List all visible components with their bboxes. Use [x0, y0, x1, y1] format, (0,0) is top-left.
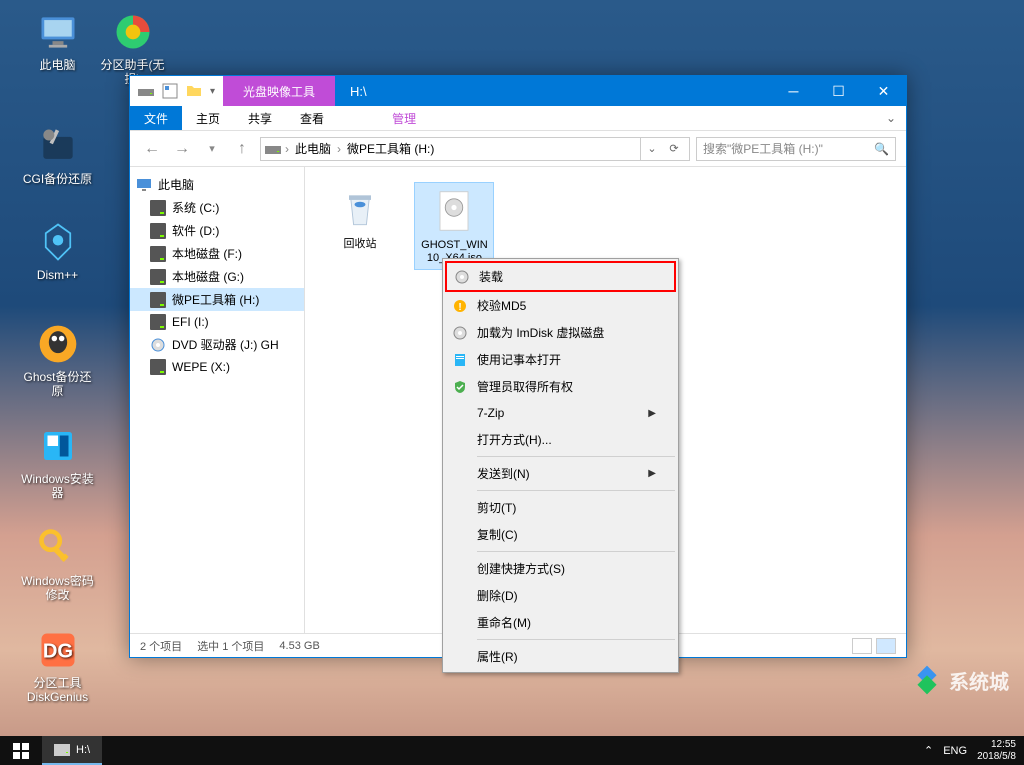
svg-text:!: !	[458, 302, 461, 313]
menu-rename[interactable]: 重命名(M)	[445, 609, 676, 636]
nav-dvd-drive[interactable]: DVD 驱动器 (J:) GH	[130, 333, 304, 356]
desktop-icon-cgi[interactable]: CGI备份还原	[20, 122, 95, 186]
menu-imdisk[interactable]: 加载为 ImDisk 虚拟磁盘	[445, 319, 676, 346]
chevron-right-icon: ▶	[648, 408, 656, 419]
menu-cut[interactable]: 剪切(T)	[445, 494, 676, 521]
file-recycle-bin[interactable]: 回收站	[320, 182, 400, 255]
start-button[interactable]	[0, 736, 42, 765]
file-iso[interactable]: GHOST_WIN10_X64.iso	[414, 182, 494, 270]
search-icon: 🔍	[874, 142, 889, 156]
tab-view[interactable]: 查看	[286, 106, 338, 130]
nav-drive-f[interactable]: 本地磁盘 (F:)	[130, 242, 304, 265]
menu-sendto[interactable]: 发送到(N) ▶	[445, 460, 676, 487]
warn-icon: !	[451, 298, 469, 314]
desktop-icon-dism[interactable]: Dism++	[20, 218, 95, 282]
status-selected: 选中 1 个项目	[197, 638, 264, 654]
context-menu: 装载 ! 校验MD5 加载为 ImDisk 虚拟磁盘 使用记事本打开 管理员取得…	[442, 258, 679, 673]
desktop-icon-wininst[interactable]: Windows安装器	[20, 422, 95, 500]
nav-drive-d[interactable]: 软件 (D:)	[130, 219, 304, 242]
tray-clock[interactable]: 12:55 2018/5/8	[977, 739, 1016, 763]
menu-7zip[interactable]: 7-Zip ▶	[445, 400, 676, 426]
tray-language[interactable]: ENG	[943, 745, 967, 757]
properties-icon[interactable]	[162, 83, 178, 99]
menu-openwith[interactable]: 打开方式(H)...	[445, 426, 676, 453]
tab-manage[interactable]: 管理	[378, 106, 430, 130]
window-title: H:\	[335, 76, 771, 106]
breadcrumb-root[interactable]: 此电脑	[293, 140, 333, 157]
nav-back-button[interactable]: ←	[140, 137, 164, 161]
refresh-button[interactable]: ⟳	[663, 138, 685, 160]
breadcrumb-current[interactable]: 微PE工具箱 (H:)	[345, 140, 436, 157]
disc-icon	[453, 269, 471, 285]
disc-icon	[451, 325, 469, 341]
nav-drive-g[interactable]: 本地磁盘 (G:)	[130, 265, 304, 288]
taskbar-item-explorer[interactable]: H:\	[42, 736, 102, 765]
desktop-icon-ghost[interactable]: Ghost备份还原	[20, 320, 95, 398]
shield-icon	[451, 379, 469, 395]
nav-this-pc[interactable]: 此电脑	[130, 173, 304, 196]
menu-separator	[477, 551, 675, 552]
menu-properties[interactable]: 属性(R)	[445, 643, 676, 670]
menu-separator	[477, 490, 675, 491]
drive-icon	[54, 744, 70, 756]
notepad-icon	[451, 352, 469, 368]
menu-separator	[477, 639, 675, 640]
nav-drive-h[interactable]: 微PE工具箱 (H:)	[130, 288, 304, 311]
menu-shortcut[interactable]: 创建快捷方式(S)	[445, 555, 676, 582]
quick-access-toolbar: ▾	[130, 76, 223, 106]
menu-notepad[interactable]: 使用记事本打开	[445, 346, 676, 373]
navigation-pane: 此电脑 系统 (C:) 软件 (D:) 本地磁盘 (F:) 本地磁盘 (G:) …	[130, 167, 305, 633]
qat-dropdown-icon[interactable]: ▾	[210, 86, 215, 97]
menu-delete[interactable]: 删除(D)	[445, 582, 676, 609]
breadcrumb[interactable]: › 此电脑 › 微PE工具箱 (H:) ⌄ ⟳	[260, 137, 690, 161]
menu-separator	[477, 456, 675, 457]
breadcrumb-dropdown-icon[interactable]: ⌄	[641, 138, 663, 160]
status-item-count: 2 个项目	[140, 638, 182, 654]
nav-history-dropdown[interactable]: ▾	[200, 137, 224, 161]
chevron-right-icon: ▶	[648, 468, 656, 479]
ribbon-expand-icon[interactable]: ⌄	[876, 106, 906, 130]
nav-drive-i[interactable]: EFI (I:)	[130, 311, 304, 333]
address-bar: ← → ▾ ↑ › 此电脑 › 微PE工具箱 (H:) ⌄ ⟳ 搜索"微PE工具…	[130, 131, 906, 167]
drive-icon	[265, 141, 281, 157]
desktop-icon-pc[interactable]: 此电脑	[20, 8, 95, 72]
close-button[interactable]: ✕	[861, 76, 906, 106]
taskbar: H:\ ⌃ ENG 12:55 2018/5/8	[0, 736, 1024, 765]
status-size: 4.53 GB	[279, 640, 319, 652]
system-tray: ⌃ ENG 12:55 2018/5/8	[916, 736, 1024, 765]
ribbon-tabs: 文件 主页 共享 查看 管理 ⌄	[130, 106, 906, 131]
tray-up-icon[interactable]: ⌃	[924, 744, 933, 757]
desktop-icon-diskgenius[interactable]: DG 分区工具DiskGenius	[20, 626, 95, 704]
menu-md5[interactable]: ! 校验MD5	[445, 292, 676, 319]
tab-home[interactable]: 主页	[182, 106, 234, 130]
nav-drive-x[interactable]: WEPE (X:)	[130, 356, 304, 378]
menu-copy[interactable]: 复制(C)	[445, 521, 676, 548]
search-input[interactable]: 搜索"微PE工具箱 (H:)" 🔍	[696, 137, 896, 161]
nav-up-button[interactable]: ↑	[230, 137, 254, 161]
drive-icon	[138, 83, 154, 99]
folder-icon[interactable]	[186, 83, 202, 99]
menu-admin[interactable]: 管理员取得所有权	[445, 373, 676, 400]
watermark: 系统城	[911, 664, 1009, 696]
tab-file[interactable]: 文件	[130, 106, 182, 130]
maximize-button[interactable]: ☐	[816, 76, 861, 106]
nav-drive-c[interactable]: 系统 (C:)	[130, 196, 304, 219]
view-details-button[interactable]	[852, 638, 872, 654]
svg-text:DG: DG	[42, 640, 72, 662]
nav-forward-button[interactable]: →	[170, 137, 194, 161]
contextual-tab-label: 光盘映像工具	[223, 76, 335, 106]
desktop-icon-password[interactable]: Windows密码修改	[20, 524, 95, 602]
menu-mount[interactable]: 装载	[445, 261, 676, 292]
window-controls: ─ ☐ ✕	[771, 76, 906, 106]
titlebar[interactable]: ▾ 光盘映像工具 H:\ ─ ☐ ✕	[130, 76, 906, 106]
view-icons-button[interactable]	[876, 638, 896, 654]
minimize-button[interactable]: ─	[771, 76, 816, 106]
tab-share[interactable]: 共享	[234, 106, 286, 130]
